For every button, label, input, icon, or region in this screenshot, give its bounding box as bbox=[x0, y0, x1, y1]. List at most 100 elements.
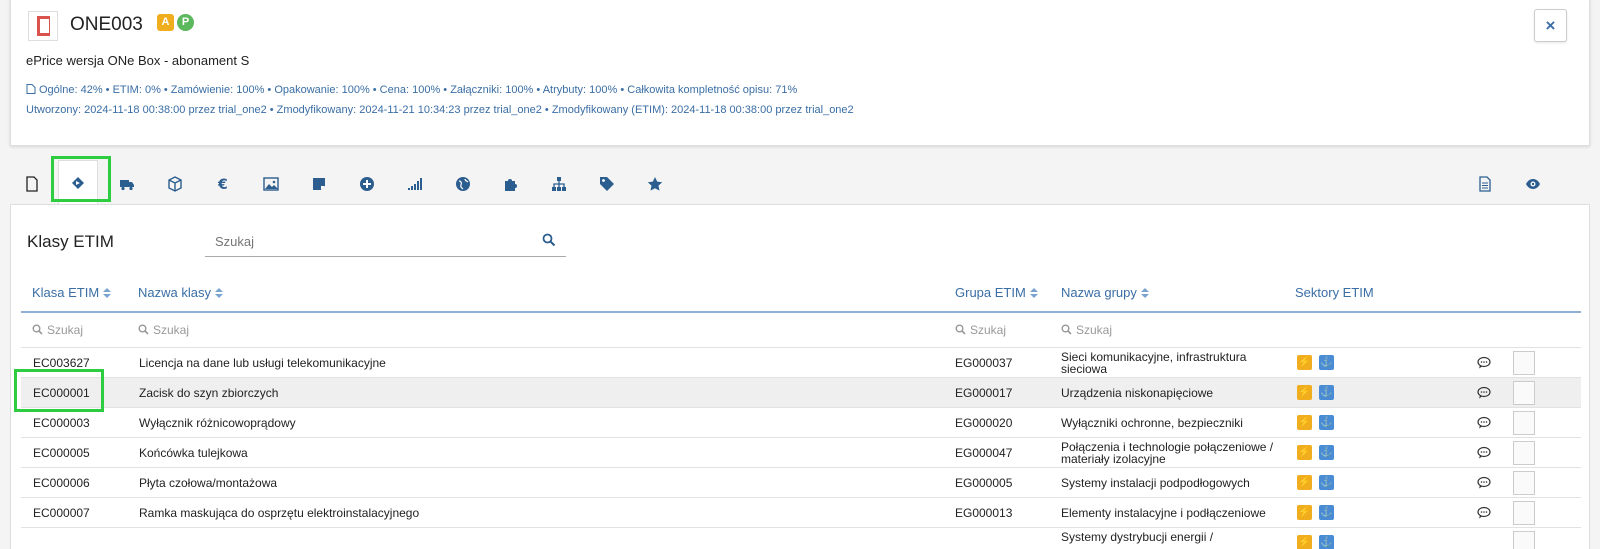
header-klasa-etim[interactable]: Klasa ETIM bbox=[32, 285, 112, 300]
cell-klasa: EC000003 bbox=[33, 416, 90, 430]
svg-text:€: € bbox=[217, 177, 228, 192]
class-thumbnail[interactable] bbox=[1513, 411, 1535, 435]
sort-icon bbox=[1029, 288, 1038, 298]
comment-icon[interactable] bbox=[1477, 416, 1491, 429]
document-icon bbox=[1479, 176, 1491, 192]
class-thumbnail[interactable] bbox=[1513, 351, 1535, 375]
header-nazwa-klasy[interactable]: Nazwa klasy bbox=[138, 285, 223, 300]
filter-placeholder: Szukaj bbox=[47, 323, 84, 337]
cell-nazwa-grupy: Elementy instalacyjne i podłączeniowe bbox=[1061, 506, 1266, 520]
filter-klasa[interactable]: Szukaj bbox=[32, 323, 83, 337]
header-label: Nazwa klasy bbox=[138, 285, 211, 300]
comment-icon[interactable] bbox=[1477, 386, 1491, 399]
close-button[interactable]: × bbox=[1534, 9, 1567, 42]
star-icon bbox=[647, 177, 663, 191]
product-name: ePrice wersja ONe Box - abonament S bbox=[26, 53, 250, 68]
sector-anchor-icon: ⚓ bbox=[1319, 445, 1334, 460]
class-thumbnail[interactable] bbox=[1513, 501, 1535, 525]
table-row[interactable]: EC000003 Wyłącznik różnicowoprądowy EG00… bbox=[21, 407, 1581, 437]
tab-attributes[interactable] bbox=[299, 164, 339, 204]
tab-structure[interactable] bbox=[539, 164, 579, 204]
stats-text: Ogólne: 42% • ETIM: 0% • Zamówienie: 100… bbox=[39, 84, 798, 96]
box-icon bbox=[168, 176, 182, 192]
cell-grupa: EG000017 bbox=[955, 386, 1013, 400]
table-row[interactable]: EC000005 Końcówka tulejkowa EG000047 Poł… bbox=[21, 437, 1581, 467]
highlight-etim-tab bbox=[51, 156, 111, 202]
image-icon bbox=[263, 177, 279, 191]
product-image bbox=[28, 11, 58, 41]
tab-packaging[interactable] bbox=[155, 164, 195, 204]
cell-grupa: EG000013 bbox=[955, 506, 1013, 520]
file-icon bbox=[26, 84, 36, 94]
sector-electro-icon: ⚡ bbox=[1297, 385, 1312, 400]
header-divider bbox=[21, 311, 1581, 313]
table-row[interactable]: EC003627 Licencja na dane lub usługi tel… bbox=[21, 347, 1581, 377]
table-row[interactable]: Systemy dystrybucji energii / ⚡ ⚓ bbox=[21, 527, 1581, 549]
sector-anchor-icon: ⚓ bbox=[1319, 535, 1334, 549]
class-search bbox=[205, 227, 566, 257]
sort-icon bbox=[214, 288, 223, 298]
tab-additional[interactable] bbox=[347, 164, 387, 204]
comment-icon[interactable] bbox=[1477, 506, 1491, 519]
tab-order[interactable] bbox=[107, 164, 147, 204]
cell-nazwa-grupy: Systemy instalacji podpodłogowych bbox=[1061, 476, 1250, 490]
header-sektory-etim: Sektory ETIM bbox=[1295, 285, 1374, 300]
truck-icon bbox=[120, 180, 134, 191]
header-label: Klasa ETIM bbox=[32, 285, 100, 300]
cell-klasa: EC000007 bbox=[33, 506, 90, 520]
table-row[interactable]: EC000001 Zacisk do szyn zbiorczych EG000… bbox=[21, 377, 1581, 407]
sector-anchor-icon: ⚓ bbox=[1319, 505, 1334, 520]
signal-icon bbox=[408, 178, 422, 190]
tag-icon bbox=[600, 177, 614, 191]
tab-favorites[interactable] bbox=[635, 164, 675, 204]
header-grupa-etim[interactable]: Grupa ETIM bbox=[955, 285, 1038, 300]
modification-info: Utworzony: 2024-11-18 00:38:00 przez tri… bbox=[26, 104, 854, 116]
cell-nazwa: Końcówka tulejkowa bbox=[139, 446, 248, 460]
tab-document[interactable] bbox=[1465, 164, 1505, 204]
puzzle-icon bbox=[505, 179, 517, 191]
sector-electro-icon: ⚡ bbox=[1297, 475, 1312, 490]
class-thumbnail[interactable] bbox=[1513, 381, 1535, 405]
globe-icon bbox=[456, 177, 470, 191]
class-thumbnail[interactable] bbox=[1513, 441, 1535, 465]
filter-placeholder: Szukaj bbox=[1076, 323, 1113, 337]
cell-nazwa: Licencja na dane lub usługi telekomunika… bbox=[139, 356, 386, 370]
tab-signal[interactable] bbox=[395, 164, 435, 204]
search-icon[interactable] bbox=[542, 233, 556, 247]
filter-nazwa-klasy[interactable]: Szukaj bbox=[138, 323, 189, 337]
sector-electro-icon: ⚡ bbox=[1297, 445, 1312, 460]
tab-price[interactable]: € bbox=[203, 164, 243, 204]
tab-tags[interactable] bbox=[587, 164, 627, 204]
class-search-input[interactable] bbox=[205, 227, 525, 255]
comment-icon[interactable] bbox=[1477, 446, 1491, 459]
tab-general[interactable] bbox=[12, 164, 52, 204]
table-row[interactable]: EC000006 Płyta czołowa/montażowa EG00000… bbox=[21, 467, 1581, 497]
cell-nazwa: Zacisk do szyn zbiorczych bbox=[139, 386, 279, 400]
sector-electro-icon: ⚡ bbox=[1297, 415, 1312, 430]
cell-nazwa-grupy: Urządzenia niskonapięciowe bbox=[1061, 386, 1214, 400]
comment-icon[interactable] bbox=[1477, 476, 1491, 489]
class-thumbnail[interactable] bbox=[1513, 531, 1535, 549]
search-icon bbox=[138, 324, 149, 335]
class-thumbnail[interactable] bbox=[1513, 471, 1535, 495]
header-nazwa-grupy[interactable]: Nazwa grupy bbox=[1061, 285, 1149, 300]
tab-attachments[interactable] bbox=[251, 164, 291, 204]
filter-placeholder: Szukaj bbox=[153, 323, 190, 337]
filter-grupa[interactable]: Szukaj bbox=[955, 323, 1006, 337]
sector-electro-icon: ⚡ bbox=[1297, 355, 1312, 370]
search-icon bbox=[32, 324, 43, 335]
search-icon bbox=[1061, 324, 1072, 335]
comment-icon[interactable] bbox=[1477, 356, 1491, 369]
tab-bar: € bbox=[10, 160, 1590, 204]
filter-nazwa-grupy[interactable]: Szukaj bbox=[1061, 323, 1112, 337]
table-row[interactable]: EC000007 Ramka maskująca do osprzętu ele… bbox=[21, 497, 1581, 527]
tab-components[interactable] bbox=[491, 164, 531, 204]
tab-preview[interactable] bbox=[1513, 164, 1553, 204]
header-label: Grupa ETIM bbox=[955, 285, 1026, 300]
badge-p: P bbox=[177, 14, 194, 31]
sector-anchor-icon: ⚓ bbox=[1319, 355, 1334, 370]
sector-anchor-icon: ⚓ bbox=[1319, 475, 1334, 490]
tab-translations[interactable] bbox=[443, 164, 483, 204]
cell-grupa: EG000037 bbox=[955, 356, 1013, 370]
completeness-stats: Ogólne: 42% • ETIM: 0% • Zamówienie: 100… bbox=[26, 84, 797, 96]
